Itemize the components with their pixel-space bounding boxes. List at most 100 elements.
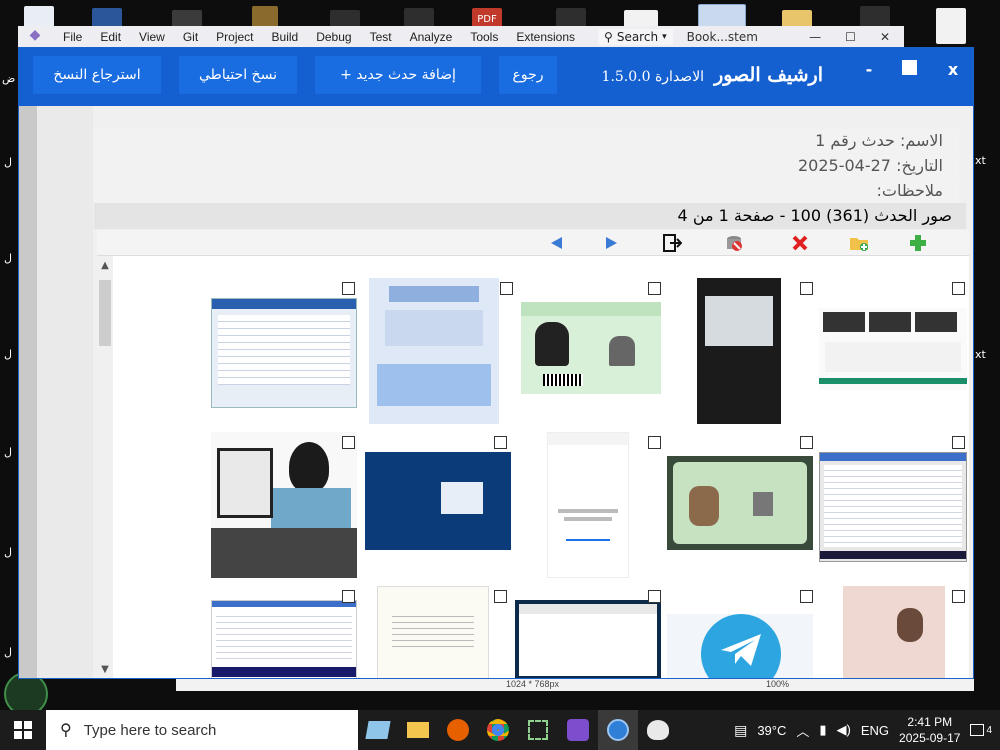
photo-checkbox[interactable] <box>648 282 661 295</box>
menu-debug[interactable]: Debug <box>307 30 360 44</box>
taskbar-notepad-icon[interactable] <box>358 710 398 750</box>
photo-thumbnail[interactable] <box>209 432 359 582</box>
photo-checkbox[interactable] <box>800 590 813 603</box>
taskbar-firefox-icon[interactable] <box>438 710 478 750</box>
temperature[interactable]: 39°C <box>757 723 786 738</box>
clock[interactable]: 2:41 PM 2025-09-17 <box>899 714 960 746</box>
scroll-up-icon[interactable]: ▲ <box>99 260 111 271</box>
photo-checkbox[interactable] <box>952 282 965 295</box>
scrollbar-thumb[interactable] <box>99 280 111 346</box>
taskbar-chrome-icon[interactable] <box>478 710 518 750</box>
photo-thumbnail[interactable] <box>361 586 511 678</box>
photo-checkbox[interactable] <box>648 590 661 603</box>
notification-icon[interactable]: 4 <box>970 724 992 736</box>
search-icon: ⚲ <box>60 722 72 739</box>
chevron-down-icon: ▾ <box>662 31 667 42</box>
menu-analyze[interactable]: Analyze <box>401 30 462 44</box>
visual-studio-icon: ◆ <box>29 26 41 43</box>
photo-checkbox[interactable] <box>800 436 813 449</box>
photo-thumbnail[interactable] <box>667 278 817 428</box>
vs-minimize-icon[interactable]: — <box>809 30 821 44</box>
delete-all-icon[interactable] <box>722 232 746 254</box>
menu-extensions[interactable]: Extensions <box>507 30 584 44</box>
language-indicator[interactable]: ENG <box>861 723 889 738</box>
minimize-button[interactable]: - <box>855 60 883 79</box>
photo-thumbnail[interactable] <box>667 432 817 582</box>
photo-checkbox[interactable] <box>342 590 355 603</box>
photo-thumbnail[interactable] <box>361 432 511 582</box>
underlying-statusbar: 1024 * 768px 100% <box>176 679 974 691</box>
visual-studio-menubar: ◆ File Edit View Git Project Build Debug… <box>18 26 904 48</box>
photo-thumbnail[interactable] <box>667 586 817 678</box>
restore-button[interactable]: استرجاع النسخ <box>33 56 161 94</box>
photo-checkbox[interactable] <box>800 282 813 295</box>
photo-thumbnail[interactable] <box>515 432 665 582</box>
scroll-down-icon[interactable]: ▼ <box>99 664 111 675</box>
menu-file[interactable]: File <box>54 30 91 44</box>
menu-view[interactable]: View <box>130 30 174 44</box>
photo-checkbox[interactable] <box>952 436 965 449</box>
photo-thumbnail[interactable] <box>209 278 359 428</box>
photo-thumbnail[interactable] <box>819 586 969 678</box>
title-bar: استرجاع النسخ نسخ احتياطي + إضافة حدث جد… <box>19 48 973 106</box>
next-page-icon[interactable] <box>600 232 624 254</box>
app-title: ارشيف الصور الاصدارة 1.5.0.0 <box>602 64 823 86</box>
menu-edit[interactable]: Edit <box>91 30 130 44</box>
photo-thumbnail[interactable] <box>515 278 665 428</box>
vs-close-icon[interactable]: ✕ <box>880 30 890 44</box>
taskbar-search[interactable]: ⚲ Type here to search <box>46 710 358 750</box>
taskbar-app-icon[interactable] <box>598 710 638 750</box>
photo-thumbnail[interactable] <box>209 586 359 678</box>
add-folder-icon[interactable] <box>847 232 871 254</box>
menu-build[interactable]: Build <box>263 30 308 44</box>
desktop-selected-icon[interactable] <box>698 4 746 28</box>
start-button[interactable] <box>0 710 46 750</box>
taskbar-snipping-icon[interactable] <box>518 710 558 750</box>
photo-checkbox[interactable] <box>494 590 507 603</box>
desktop-file-icon[interactable] <box>936 8 966 44</box>
close-button[interactable]: x <box>939 60 967 79</box>
menu-tools[interactable]: Tools <box>461 30 507 44</box>
taskbar-paint-icon[interactable] <box>638 710 678 750</box>
clock-date: 2025-09-17 <box>899 731 961 745</box>
taskbar-visual-studio-icon[interactable] <box>558 710 598 750</box>
desktop-label: ض <box>2 72 16 85</box>
event-notes: ملاحظات: <box>94 179 959 203</box>
photo-thumbnail[interactable] <box>515 586 665 678</box>
photo-thumbnail[interactable] <box>367 278 517 428</box>
gallery-scrollbar[interactable]: ▲ ▼ <box>97 256 113 678</box>
vs-maximize-icon[interactable]: ☐ <box>845 30 856 44</box>
weather-icon[interactable]: ▤ <box>734 722 747 739</box>
vs-search[interactable]: ⚲ Search ▾ <box>598 28 673 45</box>
photo-checkbox[interactable] <box>648 436 661 449</box>
volume-icon[interactable]: ◀) <box>837 722 851 738</box>
add-event-button[interactable]: + إضافة حدث جديد <box>315 56 481 94</box>
photo-checkbox[interactable] <box>342 282 355 295</box>
menu-test[interactable]: Test <box>361 30 401 44</box>
photo-checkbox[interactable] <box>500 282 513 295</box>
delete-icon[interactable] <box>788 232 812 254</box>
vs-search-label: Search <box>616 29 659 44</box>
photo-gallery[interactable]: ▲ ▼ <box>97 256 969 678</box>
photo-checkbox[interactable] <box>494 436 507 449</box>
event-date: التاريخ: 27-04-2025 <box>94 154 959 178</box>
back-button[interactable]: رجوع <box>499 56 557 94</box>
chevron-up-icon[interactable]: ︿ <box>796 721 809 740</box>
export-icon[interactable] <box>660 232 684 254</box>
maximize-button[interactable] <box>895 60 923 79</box>
desktop-label: ل <box>4 348 12 361</box>
menu-git[interactable]: Git <box>174 30 207 44</box>
left-panel <box>37 106 93 678</box>
photo-checkbox[interactable] <box>342 436 355 449</box>
add-icon[interactable] <box>906 232 930 254</box>
photo-thumbnail[interactable] <box>819 278 969 428</box>
prev-page-icon[interactable] <box>544 232 568 254</box>
photo-checkbox[interactable] <box>952 590 965 603</box>
photo-thumbnail[interactable] <box>819 432 969 582</box>
taskbar-file-explorer-icon[interactable] <box>398 710 438 750</box>
menu-project[interactable]: Project <box>207 30 262 44</box>
status-size: 1024 * 768px <box>506 679 560 689</box>
backup-button[interactable]: نسخ احتياطي <box>179 56 297 94</box>
network-icon[interactable]: ▮ <box>819 722 826 738</box>
gallery-toolbar <box>97 230 969 256</box>
